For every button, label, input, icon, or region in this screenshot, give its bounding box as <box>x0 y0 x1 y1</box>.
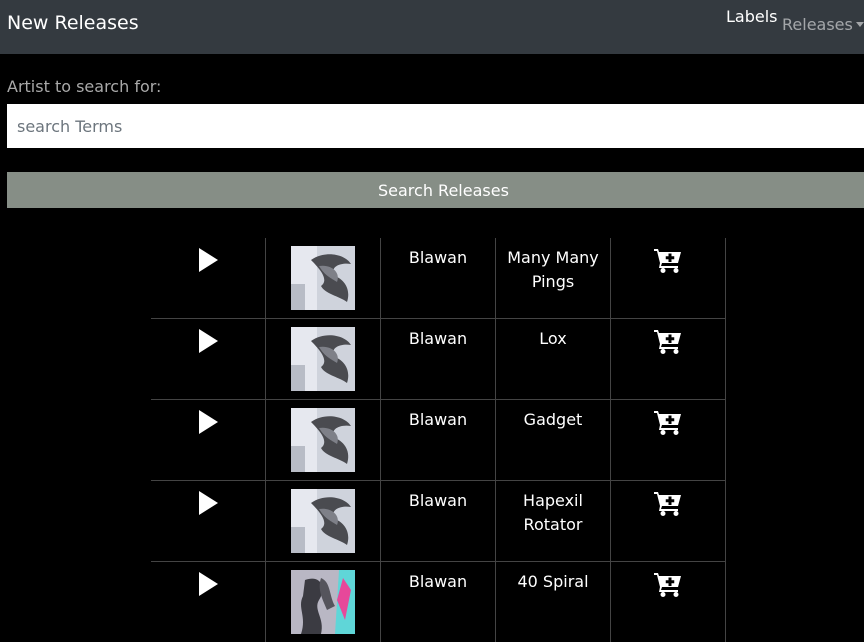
cover-art-image[interactable] <box>266 408 380 472</box>
play-cell <box>151 400 266 481</box>
cover-cell <box>266 400 381 481</box>
release-title: Many Many Pings <box>496 246 610 294</box>
search-releases-button[interactable]: Search Releases <box>7 172 864 208</box>
play-cell <box>151 238 266 319</box>
play-icon[interactable] <box>197 328 219 358</box>
artist-cell: Blawan <box>381 481 496 562</box>
releases-table: BlawanMany Many PingsBlawanLoxBlawanGadg… <box>151 238 726 642</box>
release-title: Lox <box>496 327 610 351</box>
release-artist: Blawan <box>381 327 495 351</box>
chevron-down-icon <box>856 22 864 27</box>
release-artist: Blawan <box>381 246 495 270</box>
play-cell <box>151 481 266 562</box>
navbar-brand[interactable]: New Releases <box>7 12 139 34</box>
play-icon[interactable] <box>197 571 219 601</box>
cart-cell <box>611 400 726 481</box>
navbar: New Releases Labels Releases <box>0 0 864 54</box>
release-title: Hapexil Rotator <box>496 489 610 537</box>
cart-cell <box>611 562 726 642</box>
title-cell: Lox <box>496 319 611 400</box>
cart-cell <box>611 238 726 319</box>
play-cell <box>151 562 266 642</box>
play-icon[interactable] <box>197 247 219 277</box>
title-cell: Many Many Pings <box>496 238 611 319</box>
artist-cell: Blawan <box>381 562 496 642</box>
release-row: BlawanHapexil Rotator <box>151 481 726 562</box>
release-row: BlawanGadget <box>151 400 726 481</box>
cover-art-image[interactable] <box>266 327 380 391</box>
cover-cell <box>266 319 381 400</box>
cover-art-image[interactable] <box>266 246 380 310</box>
cover-cell <box>266 238 381 319</box>
cover-art-image[interactable] <box>266 489 380 553</box>
nav-link-labels[interactable]: Labels <box>726 7 778 26</box>
search-label: Artist to search for: <box>7 77 161 96</box>
cover-cell <box>266 562 381 642</box>
title-cell: 40 Spiral <box>496 562 611 642</box>
release-row: Blawan40 Spiral <box>151 562 726 642</box>
cover-cell <box>266 481 381 562</box>
cart-cell <box>611 319 726 400</box>
release-artist: Blawan <box>381 408 495 432</box>
cart-plus-icon[interactable] <box>654 328 682 358</box>
release-row: BlawanLox <box>151 319 726 400</box>
cart-plus-icon[interactable] <box>654 571 682 601</box>
play-icon[interactable] <box>197 490 219 520</box>
play-icon[interactable] <box>197 409 219 439</box>
play-cell <box>151 319 266 400</box>
title-cell: Gadget <box>496 400 611 481</box>
cart-cell <box>611 481 726 562</box>
title-cell: Hapexil Rotator <box>496 481 611 562</box>
cart-plus-icon[interactable] <box>654 409 682 439</box>
cover-art-image[interactable] <box>266 570 380 634</box>
release-title: 40 Spiral <box>496 570 610 594</box>
cart-plus-icon[interactable] <box>654 490 682 520</box>
release-title: Gadget <box>496 408 610 432</box>
release-artist: Blawan <box>381 570 495 594</box>
artist-cell: Blawan <box>381 319 496 400</box>
search-input[interactable] <box>7 104 864 148</box>
nav-dropdown-releases[interactable]: Releases <box>782 15 864 34</box>
artist-cell: Blawan <box>381 400 496 481</box>
artist-cell: Blawan <box>381 238 496 319</box>
cart-plus-icon[interactable] <box>654 247 682 277</box>
release-row: BlawanMany Many Pings <box>151 238 726 319</box>
nav-dropdown-releases-label: Releases <box>782 15 853 34</box>
release-artist: Blawan <box>381 489 495 513</box>
